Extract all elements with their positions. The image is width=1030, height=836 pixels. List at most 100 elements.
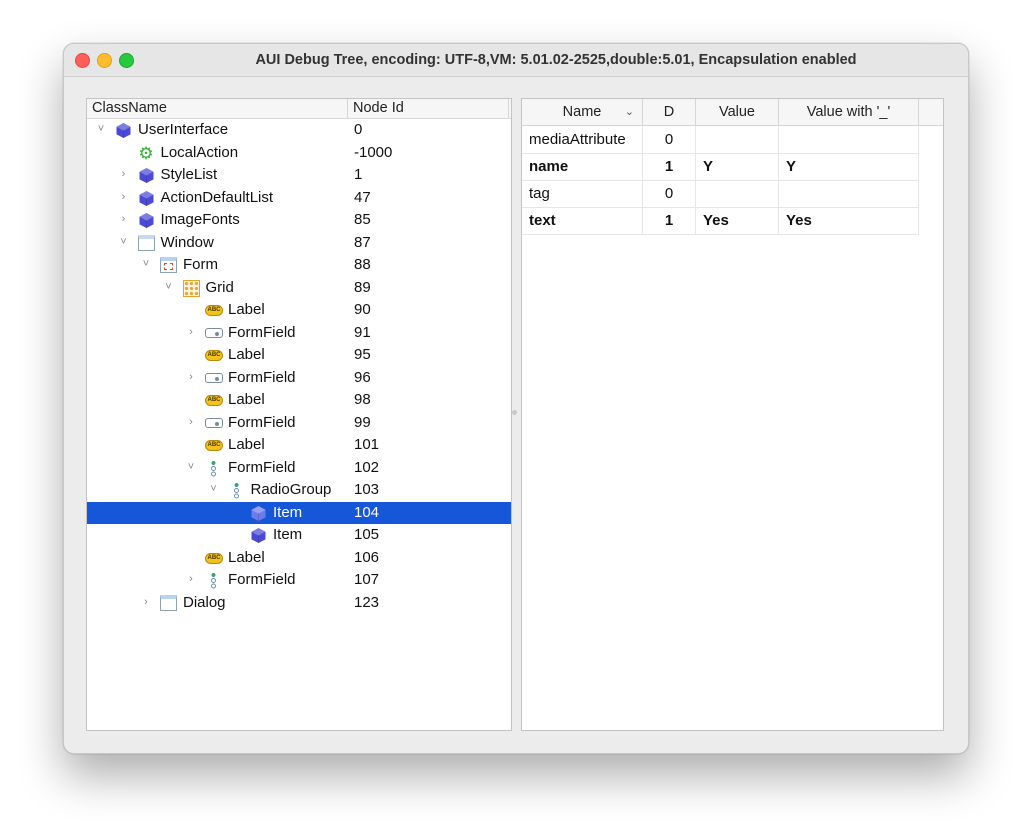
tree-row[interactable]: Item 104 — [87, 501, 511, 524]
chevron-right-icon[interactable]: › — [140, 595, 152, 609]
radiogroup-icon — [205, 460, 222, 477]
tree-row-node-id: 87 — [354, 233, 371, 251]
cube-icon — [138, 190, 155, 207]
tree-row[interactable]: Item 105 — [87, 524, 511, 547]
tree-row-node-id: 123 — [354, 593, 380, 611]
tree-row[interactable]: ˅ Grid 89 — [87, 277, 511, 300]
tree-row-label: Window — [160, 233, 214, 251]
formfield-icon — [205, 370, 223, 387]
tree-row-node-id: 85 — [354, 211, 371, 228]
tree-row[interactable]: ˅ RadioGroup 103 — [87, 479, 511, 502]
tree-row-node-id: 106 — [354, 548, 380, 566]
tree-row[interactable]: › FormField 99 — [87, 412, 511, 435]
tree-row[interactable]: ˅ Form 88 — [87, 254, 511, 277]
tree-row-label: StyleList — [160, 166, 218, 183]
chevron-down-icon[interactable]: ˅ — [163, 280, 175, 294]
tree-row[interactable]: › Dialog 123 — [87, 592, 511, 615]
attribute-value-underscore-cell — [779, 180, 919, 207]
tree-row-node-id: 88 — [354, 256, 371, 273]
tree-row-label: Label — [228, 548, 265, 566]
tree-row-label: ActionDefaultList — [160, 188, 274, 206]
chevron-down-icon[interactable]: ˅ — [140, 257, 152, 271]
table-row[interactable]: tag 0 — [522, 180, 919, 208]
radiogroup-icon — [205, 572, 222, 589]
attribute-name-cell: name — [522, 153, 643, 180]
chevron-down-icon[interactable]: ˅ — [95, 122, 107, 136]
table-row[interactable]: name 1 Y Y — [522, 153, 919, 181]
tree-row-label: Label — [228, 346, 265, 363]
chevron-down-icon[interactable]: ˅ — [208, 482, 220, 496]
close-button[interactable] — [75, 53, 90, 68]
chevron-right-icon[interactable]: › — [185, 572, 197, 586]
tree-row[interactable]: ˅ Window 87 — [87, 232, 511, 255]
tree-row[interactable]: ˅ UserInterface 0 — [87, 119, 511, 142]
tree-row-node-id: 99 — [354, 413, 371, 431]
tree-row-node-id: 89 — [354, 278, 371, 296]
chevron-right-icon[interactable]: › — [185, 325, 197, 339]
tree-row-label: Dialog — [183, 593, 226, 611]
tree-row[interactable]: ˅ FormField 102 — [87, 457, 511, 480]
formfield-icon — [205, 415, 223, 432]
tree-row-label: FormField — [228, 413, 296, 431]
tree-row-label: ImageFonts — [160, 211, 240, 228]
value-column-header[interactable]: Value — [696, 99, 779, 125]
d-column-header[interactable]: D — [643, 99, 696, 125]
tree-row-node-id: 98 — [354, 391, 371, 408]
attribute-value-cell — [696, 126, 779, 153]
debug-tree-window: AUI Debug Tree, encoding: UTF-8,VM: 5.01… — [63, 43, 969, 754]
title-bar[interactable]: AUI Debug Tree, encoding: UTF-8,VM: 5.01… — [64, 44, 968, 77]
tree-row[interactable]: › ActionDefaultList 47 — [87, 187, 511, 210]
tree-row[interactable]: › ImageFonts 85 — [87, 209, 511, 232]
chevron-right-icon[interactable]: › — [185, 370, 197, 384]
chevron-right-icon[interactable]: › — [118, 212, 130, 226]
chevron-down-icon[interactable]: ˅ — [185, 460, 197, 474]
attribute-name-cell: mediaAttribute — [522, 126, 643, 153]
tree-row[interactable]: ABC Label 106 — [87, 547, 511, 570]
classname-column-header[interactable]: ClassName — [92, 100, 167, 116]
tree-row[interactable]: › FormField 91 — [87, 322, 511, 345]
tree-row[interactable]: › FormField 107 — [87, 569, 511, 592]
chevron-down-icon[interactable]: ˅ — [118, 235, 130, 249]
name-column-label: Name — [562, 104, 602, 120]
chevron-right-icon[interactable]: › — [118, 190, 130, 204]
tree-row[interactable]: › FormField 96 — [87, 367, 511, 390]
tree-row[interactable]: ⚙ LocalAction -1000 — [87, 142, 511, 165]
value-underscore-column-header[interactable]: Value with '_' — [779, 99, 919, 125]
name-column-header[interactable]: Name ⌄ — [522, 99, 643, 125]
tree-row-label: FormField — [228, 323, 296, 341]
tree-row-label: UserInterface — [138, 121, 229, 138]
attribute-value-underscore-cell: Y — [779, 153, 919, 180]
tree-row-node-id: 96 — [354, 368, 371, 386]
chevron-right-icon[interactable]: › — [185, 415, 197, 429]
tree-row[interactable]: ABC Label 95 — [87, 344, 511, 367]
zoom-button[interactable] — [119, 53, 134, 68]
attribute-name-cell: text — [522, 207, 643, 234]
tree-row[interactable]: ABC Label 90 — [87, 299, 511, 322]
label-icon: ABC — [205, 437, 223, 454]
table-row[interactable]: mediaAttribute 0 — [522, 126, 919, 154]
tree-row[interactable]: ABC Label 98 — [87, 389, 511, 412]
tree-row-label: Label — [228, 436, 265, 453]
dialog-icon — [160, 594, 177, 612]
chevron-right-icon[interactable]: › — [118, 167, 130, 181]
form-icon — [160, 257, 177, 274]
attribute-d-cell: 1 — [643, 153, 696, 180]
nodeid-column-header[interactable]: Node Id — [347, 99, 404, 118]
tree-row-node-id: 91 — [354, 323, 371, 341]
table-row[interactable]: text 1 Yes Yes — [522, 207, 919, 235]
tree-panel[interactable]: ClassName Node Id ˅ UserInterface 0 ⚙ LocalA… — [86, 98, 512, 731]
cube-icon — [250, 527, 267, 544]
tree-row[interactable]: ABC Label 101 — [87, 434, 511, 457]
tree-row[interactable]: › StyleList 1 — [87, 164, 511, 187]
tree-row-label: FormField — [228, 458, 296, 476]
attribute-value-cell: Yes — [696, 207, 779, 234]
tree-row-label: Item — [273, 503, 303, 521]
minimize-button[interactable] — [97, 53, 112, 68]
tree-row-node-id: 102 — [354, 458, 380, 476]
formfield-icon — [205, 325, 223, 342]
chevron-down-icon: ⌄ — [624, 106, 634, 118]
tree-row-node-id: 103 — [354, 481, 380, 498]
tree-row-node-id: 105 — [354, 526, 380, 543]
split-pane-handle[interactable] — [512, 410, 517, 415]
attributes-panel[interactable]: Name ⌄ D Value Value with '_' mediaAttri… — [521, 98, 944, 731]
